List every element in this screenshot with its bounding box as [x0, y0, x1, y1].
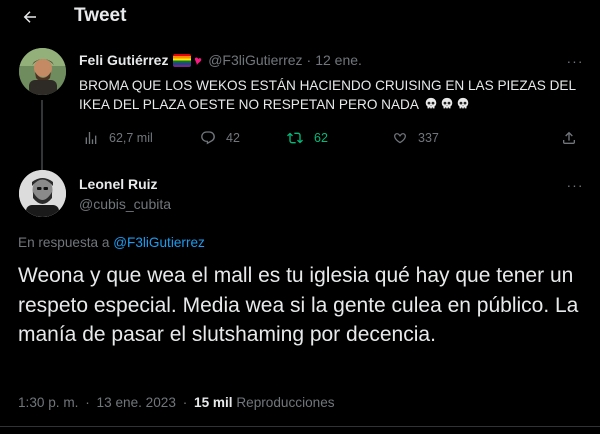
reply-button[interactable]: 42 [200, 130, 240, 146]
views-count: 62,7 mil [109, 131, 153, 145]
more-options-button[interactable]: ··· [564, 53, 586, 69]
tweet-date[interactable]: 12 ene. [315, 52, 362, 68]
dot-separator: · [182, 395, 188, 410]
page-title: Tweet [74, 5, 127, 26]
author-name[interactable]: Feli Gutiérrez [79, 52, 168, 68]
more-icon: ··· [566, 53, 584, 69]
reply-to-link[interactable]: @F3liGutierrez [113, 235, 205, 250]
tweet-body: BROMA QUE LOS WEKOS ESTÁN HACIENDO CRUIS… [79, 78, 576, 112]
dot-separator: · [306, 52, 312, 68]
reply-icon [201, 131, 215, 145]
bar-chart-icon [85, 132, 97, 144]
tweet-actions: 62,7 mil 42 62 337 [79, 126, 579, 150]
skull-icon [425, 97, 437, 109]
hearts-icon: ♥ [192, 51, 204, 69]
reply-count: 42 [226, 131, 240, 145]
more-options-button[interactable]: ··· [564, 177, 586, 193]
views-label: Reproducciones [236, 395, 335, 410]
parent-tweet-header: Feli Gutiérrez ♥ @F3liGutierrez · 12 ene… [79, 52, 362, 68]
author-handle[interactable]: @F3liGutierrez [208, 52, 302, 68]
dot-separator: · [85, 395, 90, 410]
retweet-icon [287, 132, 303, 144]
parent-tweet-text: BROMA QUE LOS WEKOS ESTÁN HACIENDO CRUIS… [79, 76, 589, 114]
more-icon: ··· [566, 177, 584, 193]
tweet-time[interactable]: 1:30 p. m. [18, 395, 78, 410]
views-count: 15 mil [194, 395, 233, 410]
tweet-body: Weona y que wea el mall es tu iglesia qu… [18, 264, 579, 346]
reply-prefix: En respuesta a [18, 235, 114, 250]
like-count: 337 [418, 131, 439, 145]
reply-context: En respuesta a @F3liGutierrez [18, 235, 205, 250]
tweet-date[interactable]: 13 ene. 2023 [97, 395, 176, 410]
skull-icon [457, 97, 469, 109]
avatar[interactable] [19, 48, 66, 95]
top-bar: Tweet [0, 0, 600, 34]
share-button[interactable] [561, 130, 587, 146]
back-button[interactable] [18, 6, 42, 28]
skull-icon [441, 97, 453, 109]
retweet-button[interactable]: 62 [286, 130, 328, 146]
author-handle[interactable]: @cubis_cubita [79, 196, 171, 212]
author-name[interactable]: Leonel Ruiz [79, 176, 158, 192]
views-button[interactable]: 62,7 mil [83, 130, 153, 146]
rainbow-flag-icon [173, 53, 192, 67]
heart-icon [394, 133, 406, 144]
avatar[interactable] [19, 170, 66, 217]
parent-tweet[interactable]: Feli Gutiérrez ♥ @F3liGutierrez · 12 ene… [0, 34, 600, 194]
like-button[interactable]: 337 [392, 130, 439, 146]
tweet-metadata: 1:30 p. m. · 13 ene. 2023 · 15 mil Repro… [18, 395, 335, 410]
arrow-left-icon [23, 11, 36, 23]
retweet-count: 62 [314, 131, 328, 145]
share-icon [563, 131, 575, 144]
divider [0, 426, 600, 427]
